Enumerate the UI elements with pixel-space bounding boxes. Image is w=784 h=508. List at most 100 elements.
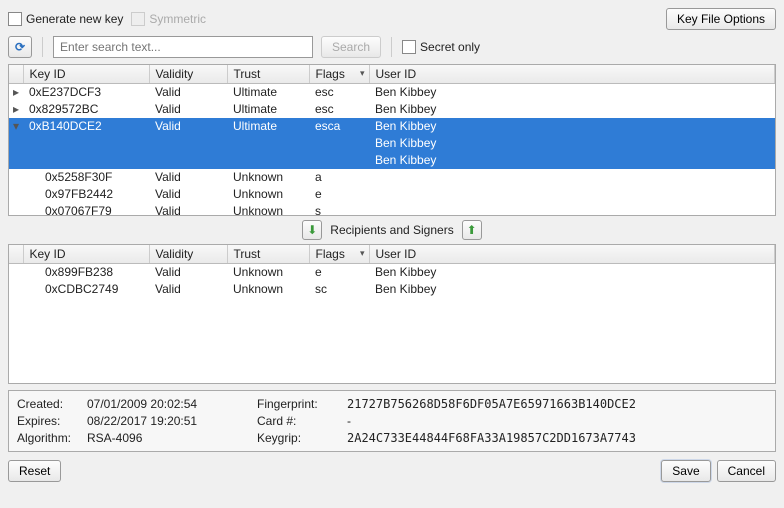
checkbox-box[interactable] — [402, 40, 416, 54]
validity-cell: Valid — [149, 169, 227, 186]
symmetric-checkbox: Symmetric — [131, 12, 206, 26]
trust-cell: Unknown — [227, 169, 309, 186]
flags-cell: e — [309, 186, 369, 203]
trust-cell: Unknown — [227, 186, 309, 203]
flags-cell: esc — [309, 101, 369, 118]
reset-button[interactable]: Reset — [8, 460, 61, 482]
arrow-up-icon: ⬆ — [467, 223, 477, 237]
keyid-cell: 0x5258F30F — [23, 169, 149, 186]
arrow-down-icon: ⬇ — [307, 223, 317, 237]
flags-cell: s — [309, 203, 369, 216]
table-row[interactable]: ▸0xE237DCF3ValidUltimateescBen Kibbey — [9, 84, 775, 102]
checkbox-box[interactable] — [8, 12, 22, 26]
move-down-button[interactable]: ⬇ — [302, 220, 322, 240]
card-value: - — [347, 414, 767, 428]
column-header-validity[interactable]: Validity — [149, 245, 227, 264]
keys-table[interactable]: Key ID Validity Trust Flags▾ User ID ▸0x… — [8, 64, 776, 216]
keyid-cell: 0xB140DCE2 — [23, 118, 149, 135]
expand-toggle[interactable]: ▸ — [9, 84, 23, 102]
column-header-keyid[interactable]: Key ID — [23, 65, 149, 84]
userid-cell: Ben Kibbey — [369, 118, 775, 135]
table-row-subkey[interactable]: 0x07067F79ValidUnknowns — [9, 203, 775, 216]
flags-cell: sc — [309, 281, 369, 298]
card-label: Card #: — [257, 414, 347, 428]
fingerprint-label: Fingerprint: — [257, 397, 347, 411]
column-header-trust[interactable]: Trust — [227, 245, 309, 264]
column-header-keyid[interactable]: Key ID — [23, 245, 149, 264]
flags-cell: esc — [309, 84, 369, 102]
trust-cell: Ultimate — [227, 118, 309, 135]
search-button: Search — [321, 36, 381, 58]
expires-value: 08/22/2017 19:20:51 — [87, 414, 257, 428]
expand-toggle[interactable]: ▾ — [9, 118, 23, 135]
column-header-flags[interactable]: Flags▾ — [309, 65, 369, 84]
keyid-cell: 0x07067F79 — [23, 203, 149, 216]
recipients-table[interactable]: Key ID Validity Trust Flags▾ User ID 0x8… — [8, 244, 776, 384]
secret-only-checkbox[interactable]: Secret only — [402, 40, 480, 54]
refresh-button[interactable]: ⟳ — [8, 36, 32, 58]
keygrip-value: 2A24C733E44844F68FA33A19857C2DD1673A7743 — [347, 431, 767, 445]
table-row-extra-userid[interactable]: Ben Kibbey — [9, 152, 775, 169]
table-row[interactable]: 0xCDBC2749ValidUnknownscBen Kibbey — [9, 281, 775, 298]
table-row[interactable]: 0x899FB238ValidUnknowneBen Kibbey — [9, 264, 775, 282]
userid-cell: Ben Kibbey — [369, 84, 775, 102]
column-header-userid[interactable]: User ID — [369, 245, 775, 264]
trust-cell: Unknown — [227, 264, 309, 282]
column-header-trust[interactable]: Trust — [227, 65, 309, 84]
search-input[interactable] — [53, 36, 313, 58]
checkbox-box — [131, 12, 145, 26]
key-info-panel: Created: 07/01/2009 20:02:54 Fingerprint… — [8, 390, 776, 452]
userid-cell: Ben Kibbey — [369, 135, 775, 152]
table-row[interactable]: ▸0x829572BCValidUltimateescBen Kibbey — [9, 101, 775, 118]
table-row-subkey[interactable]: 0x97FB2442ValidUnknowne — [9, 186, 775, 203]
trust-cell: Unknown — [227, 203, 309, 216]
created-value: 07/01/2009 20:02:54 — [87, 397, 257, 411]
flags-cell: esca — [309, 118, 369, 135]
column-header-userid[interactable]: User ID — [369, 65, 775, 84]
expires-label: Expires: — [17, 414, 87, 428]
secret-only-label: Secret only — [420, 40, 480, 54]
validity-cell: Valid — [149, 203, 227, 216]
table-row-subkey[interactable]: 0x5258F30FValidUnknowna — [9, 169, 775, 186]
recipients-signers-label: Recipients and Signers — [330, 223, 453, 237]
key-file-options-button[interactable]: Key File Options — [666, 8, 776, 30]
validity-cell: Valid — [149, 118, 227, 135]
keyid-cell: 0x829572BC — [23, 101, 149, 118]
flags-cell: a — [309, 169, 369, 186]
userid-cell: Ben Kibbey — [369, 101, 775, 118]
algorithm-label: Algorithm: — [17, 431, 87, 445]
refresh-icon: ⟳ — [15, 40, 25, 54]
userid-cell: Ben Kibbey — [369, 152, 775, 169]
generate-new-key-label: Generate new key — [26, 12, 123, 26]
sort-indicator-icon: ▾ — [360, 68, 365, 79]
validity-cell: Valid — [149, 101, 227, 118]
column-header-validity[interactable]: Validity — [149, 65, 227, 84]
trust-cell: Ultimate — [227, 84, 309, 102]
cancel-button[interactable]: Cancel — [717, 460, 776, 482]
algorithm-value: RSA-4096 — [87, 431, 257, 445]
userid-cell: Ben Kibbey — [369, 264, 775, 282]
keyid-cell: 0xCDBC2749 — [23, 281, 149, 298]
save-button[interactable]: Save — [661, 460, 710, 482]
flags-cell: e — [309, 264, 369, 282]
keygrip-label: Keygrip: — [257, 431, 347, 445]
fingerprint-value: 21727B756268D58F6DF05A7E65971663B140DCE2 — [347, 397, 767, 411]
generate-new-key-checkbox[interactable]: Generate new key — [8, 12, 123, 26]
symmetric-label: Symmetric — [149, 12, 206, 26]
trust-cell: Unknown — [227, 281, 309, 298]
trust-cell: Ultimate — [227, 101, 309, 118]
move-up-button[interactable]: ⬆ — [462, 220, 482, 240]
userid-cell: Ben Kibbey — [369, 281, 775, 298]
table-row[interactable]: ▾0xB140DCE2ValidUltimateescaBen Kibbey — [9, 118, 775, 135]
keyid-cell: 0x97FB2442 — [23, 186, 149, 203]
validity-cell: Valid — [149, 281, 227, 298]
table-row-extra-userid[interactable]: Ben Kibbey — [9, 135, 775, 152]
validity-cell: Valid — [149, 264, 227, 282]
validity-cell: Valid — [149, 186, 227, 203]
validity-cell: Valid — [149, 84, 227, 102]
expand-toggle[interactable]: ▸ — [9, 101, 23, 118]
sort-indicator-icon: ▾ — [360, 248, 365, 259]
column-header-flags[interactable]: Flags▾ — [309, 245, 369, 264]
created-label: Created: — [17, 397, 87, 411]
keyid-cell: 0x899FB238 — [23, 264, 149, 282]
